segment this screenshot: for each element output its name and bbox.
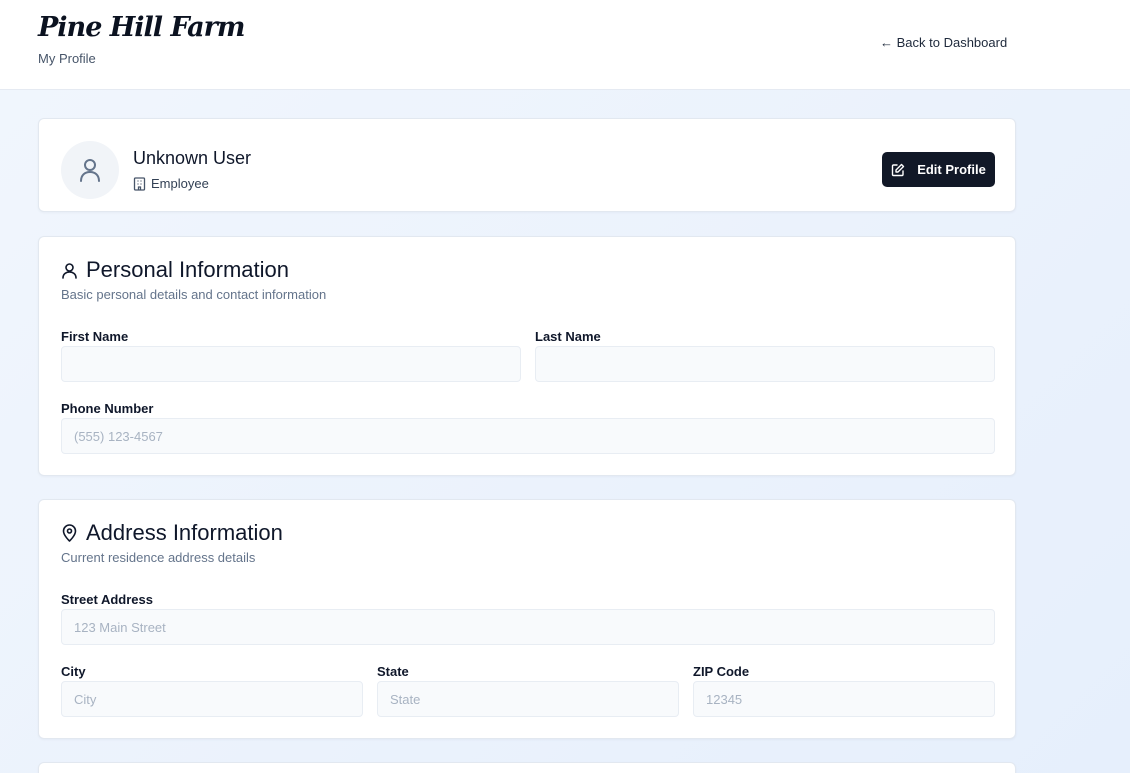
edit-profile-button[interactable]: Edit Profile — [882, 152, 995, 187]
page-header: Pine Hill Farm My Profile ← Back to Dash… — [0, 0, 1130, 90]
user-role-label: Employee — [151, 176, 209, 191]
address-section-title-text: Address Information — [86, 520, 283, 545]
city-input[interactable] — [61, 681, 363, 717]
zip-code-label: ZIP Code — [693, 664, 750, 679]
first-name-input[interactable] — [61, 346, 521, 382]
phone-number-input[interactable] — [61, 418, 995, 454]
last-name-label: Last Name — [535, 329, 601, 344]
user-role: Employee — [133, 176, 209, 191]
edit-profile-label: Edit Profile — [917, 162, 986, 177]
user-icon — [62, 262, 77, 279]
personal-information-card: Personal Information Basic personal deta… — [38, 236, 1016, 476]
user-name: Unknown User — [133, 148, 252, 168]
page-subtitle: My Profile — [38, 51, 96, 66]
brand-logo[interactable]: Pine Hill Farm — [38, 12, 245, 43]
zip-code-input[interactable] — [693, 681, 995, 717]
profile-summary-card: Unknown User Employee Edit Profile — [38, 118, 1016, 212]
city-label: City — [61, 664, 86, 679]
back-to-dashboard-link[interactable]: ← Back to Dashboard — [880, 35, 1007, 50]
address-section-title: Address Information — [61, 520, 283, 546]
first-name-label: First Name — [61, 329, 129, 344]
building-icon — [133, 176, 146, 191]
state-input[interactable] — [377, 681, 679, 717]
last-name-input[interactable] — [535, 346, 995, 382]
address-information-card: Address Information Current residence ad… — [38, 499, 1016, 739]
street-address-label: Street Address — [61, 592, 153, 607]
personal-section-title-text: Personal Information — [86, 257, 289, 282]
personal-section-title: Personal Information — [61, 257, 289, 283]
phone-number-label: Phone Number — [61, 401, 154, 416]
personal-section-description: Basic personal details and contact infor… — [61, 287, 327, 302]
edit-icon — [891, 163, 905, 176]
street-address-input[interactable] — [61, 609, 995, 645]
next-section-card — [38, 762, 1016, 773]
user-icon — [80, 159, 100, 182]
address-section-description: Current residence address details — [61, 550, 256, 565]
state-label: State — [377, 664, 409, 679]
map-pin-icon — [62, 524, 77, 542]
avatar — [61, 141, 119, 199]
